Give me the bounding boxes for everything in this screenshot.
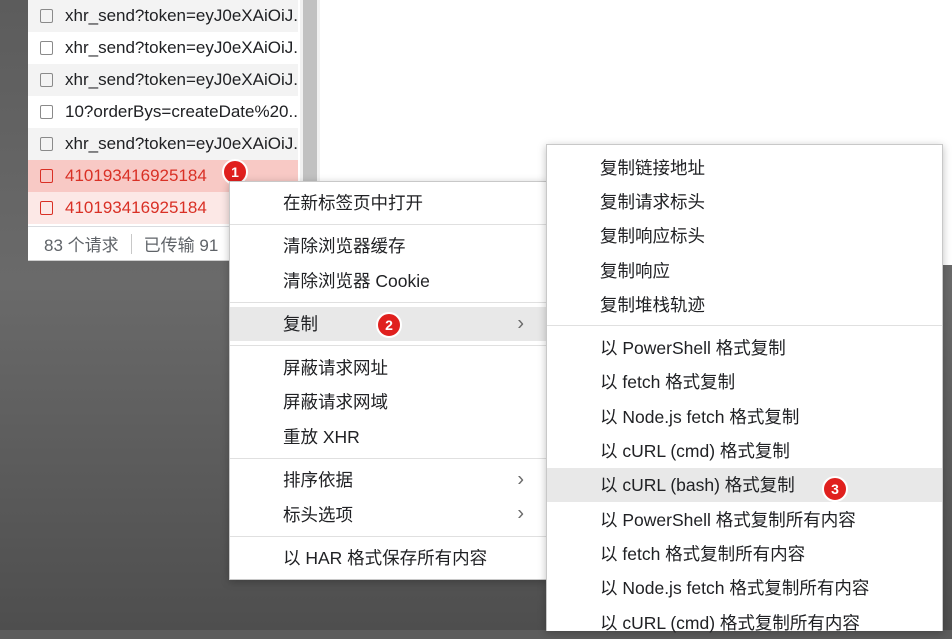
menu-item-block-url[interactable]: 屏蔽请求网址	[230, 350, 546, 385]
transferred-size: 已传输 91	[143, 236, 219, 255]
menu-item-copy-all-curl-cmd[interactable]: 以 cURL (cmd) 格式复制所有内容	[547, 605, 942, 639]
menu-item-copy-powershell[interactable]: 以 PowerShell 格式复制	[547, 330, 942, 364]
menu-item-replay-xhr[interactable]: 重放 XHR	[230, 419, 546, 454]
menu-item-header-options[interactable]: 标头选项 ›	[230, 497, 546, 532]
checkbox-icon[interactable]	[40, 201, 53, 215]
checkbox-icon[interactable]	[40, 105, 53, 119]
menu-item-copy-label: 复制	[283, 314, 318, 335]
request-row[interactable]: xhr_send?token=eyJ0eXAiOiJ..	[28, 32, 298, 64]
copy-submenu: 复制链接地址 复制请求标头 复制响应标头 复制响应 复制堆栈轨迹 以 Power…	[546, 144, 943, 633]
menu-item-save-har[interactable]: 以 HAR 格式保存所有内容	[230, 541, 546, 576]
menu-divider	[230, 301, 546, 303]
menu-divider	[230, 345, 546, 346]
request-name: 10?orderBys=createDate%20..	[65, 102, 298, 121]
menu-item-copy-request-headers[interactable]: 复制请求标头	[547, 184, 942, 218]
step-badge-2: 2	[376, 312, 402, 338]
request-name: 410193416925184	[65, 166, 207, 185]
menu-item-clear-cache[interactable]: 清除浏览器缓存	[230, 229, 546, 264]
chevron-right-icon: ›	[517, 312, 524, 335]
request-row[interactable]: 10?orderBys=createDate%20..	[28, 96, 298, 128]
menu-item-copy-all-nodejs-fetch[interactable]: 以 Node.js fetch 格式复制所有内容	[547, 571, 942, 605]
menu-item-copy-link[interactable]: 复制链接地址	[547, 150, 942, 184]
checkbox-icon[interactable]	[40, 41, 53, 55]
menu-item-copy-nodejs-fetch[interactable]: 以 Node.js fetch 格式复制	[547, 399, 942, 433]
chevron-right-icon: ›	[517, 502, 524, 525]
context-menu: 在新标签页中打开 清除浏览器缓存 清除浏览器 Cookie 复制 › 屏蔽请求网…	[229, 181, 547, 580]
menu-item-sort-by[interactable]: 排序依据 ›	[230, 463, 546, 498]
checkbox-icon[interactable]	[40, 169, 53, 183]
menu-item-copy-all-fetch[interactable]: 以 fetch 格式复制所有内容	[547, 536, 942, 570]
checkbox-icon[interactable]	[40, 73, 53, 87]
step-badge-3: 3	[822, 476, 848, 502]
status-divider	[130, 233, 132, 254]
menu-item-copy-stack-trace[interactable]: 复制堆栈轨迹	[547, 287, 942, 321]
checkbox-icon[interactable]	[40, 137, 53, 151]
request-count: 83 个请求	[44, 236, 119, 255]
chevron-right-icon: ›	[517, 468, 524, 491]
menu-divider	[547, 325, 942, 327]
menu-item-copy-response-headers[interactable]: 复制响应标头	[547, 219, 942, 253]
menu-item-copy-fetch[interactable]: 以 fetch 格式复制	[547, 365, 942, 399]
menu-item-copy-curl-bash[interactable]: 以 cURL (bash) 格式复制	[547, 467, 942, 502]
menu-item-open-new-tab[interactable]: 在新标签页中打开	[230, 185, 546, 220]
menu-item-block-domain[interactable]: 屏蔽请求网域	[230, 385, 546, 420]
menu-item-clear-cookie[interactable]: 清除浏览器 Cookie	[230, 263, 546, 298]
menu-divider	[230, 223, 546, 225]
menu-item-copy-curl-cmd[interactable]: 以 cURL (cmd) 格式复制	[547, 433, 942, 467]
request-name: xhr_send?token=eyJ0eXAiOiJ..	[65, 70, 298, 89]
checkbox-icon[interactable]	[40, 9, 53, 23]
menu-item-copy-response[interactable]: 复制响应	[547, 253, 942, 287]
request-row[interactable]: xhr_send?token=eyJ0eXAiOiJ..	[28, 64, 298, 96]
menu-item-header-options-label: 标头选项	[283, 504, 353, 525]
request-name: xhr_send?token=eyJ0eXAiOiJ..	[65, 6, 298, 25]
menu-item-sort-by-label: 排序依据	[283, 470, 353, 491]
menu-divider	[230, 457, 546, 459]
request-row[interactable]: xhr_send?token=eyJ0eXAiOiJ..	[28, 128, 298, 160]
menu-divider	[230, 535, 546, 537]
request-name: xhr_send?token=eyJ0eXAiOiJ..	[65, 38, 298, 57]
request-name: 410193416925184	[65, 198, 207, 217]
request-row[interactable]: xhr_send?token=eyJ0eXAiOiJ..	[28, 0, 298, 32]
menu-item-copy-all-powershell[interactable]: 以 PowerShell 格式复制所有内容	[547, 502, 942, 536]
request-name: xhr_send?token=eyJ0eXAiOiJ..	[65, 134, 298, 153]
